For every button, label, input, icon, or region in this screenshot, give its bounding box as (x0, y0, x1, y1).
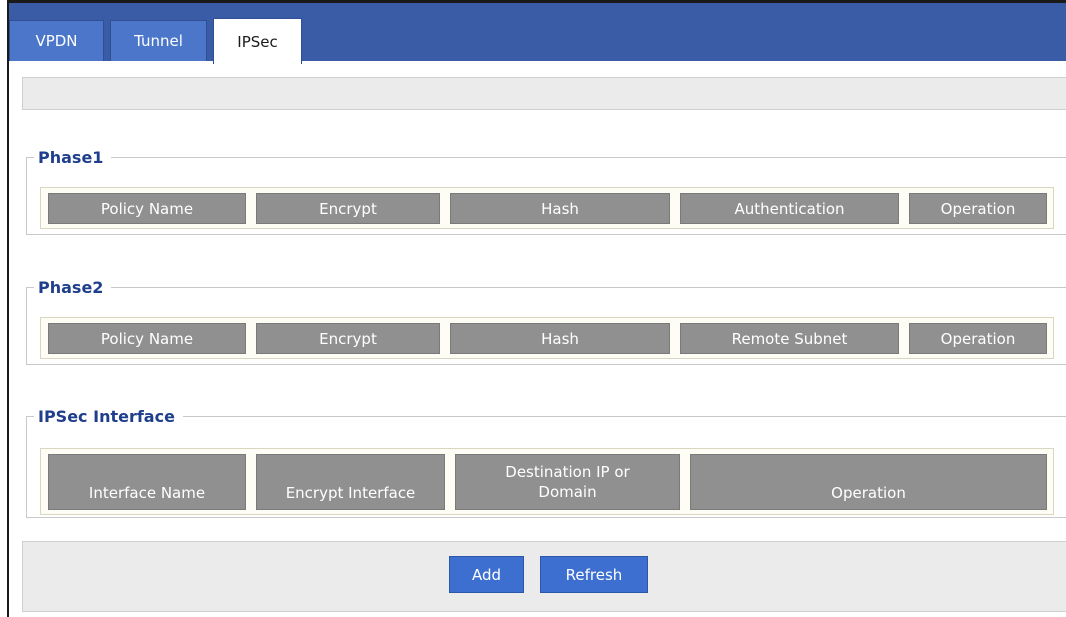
tab-tunnel[interactable]: Tunnel (110, 20, 207, 61)
phase2-title: Phase2 (38, 278, 104, 297)
phase1-col-policy-name: Policy Name (48, 193, 246, 224)
ipsec-interface-table: Interface Name Encrypt Interface Destina… (40, 448, 1054, 515)
phase2-table: Policy Name Encrypt Hash Remote Subnet O… (40, 317, 1054, 359)
ipsec-col-destination: Destination IP or Domain (455, 454, 680, 510)
phase1-col-authentication: Authentication (680, 193, 899, 224)
phase2-col-encrypt: Encrypt (256, 323, 440, 354)
refresh-button[interactable]: Refresh (540, 556, 648, 593)
phase1-title: Phase1 (38, 148, 104, 167)
phase1-table: Policy Name Encrypt Hash Authentication … (40, 187, 1054, 229)
phase1-section: Phase1 Policy Name Encrypt Hash Authenti… (26, 148, 1066, 235)
phase2-col-remote-subnet: Remote Subnet (680, 323, 899, 354)
add-button[interactable]: Add (449, 556, 524, 593)
ipsec-interface-title: IPSec Interface (38, 407, 175, 426)
ipsec-col-encrypt-interface: Encrypt Interface (256, 454, 445, 510)
tab-vpdn[interactable]: VPDN (9, 20, 104, 61)
phase1-col-operation: Operation (909, 193, 1047, 224)
phase2-col-operation: Operation (909, 323, 1047, 354)
ipsec-col-operation: Operation (690, 454, 1047, 510)
ipsec-col-interface-name: Interface Name (48, 454, 246, 510)
ipsec-interface-section: IPSec Interface Interface Name Encrypt I… (26, 407, 1066, 518)
tab-ipsec[interactable]: IPSec (213, 18, 302, 64)
phase2-col-policy-name: Policy Name (48, 323, 246, 354)
phase1-col-hash: Hash (450, 193, 670, 224)
toolbar-band (22, 77, 1066, 110)
tab-bar: VPDN Tunnel IPSec (9, 3, 1066, 64)
phase2-section: Phase2 Policy Name Encrypt Hash Remote S… (26, 278, 1066, 365)
phase1-col-encrypt: Encrypt (256, 193, 440, 224)
phase2-col-hash: Hash (450, 323, 670, 354)
